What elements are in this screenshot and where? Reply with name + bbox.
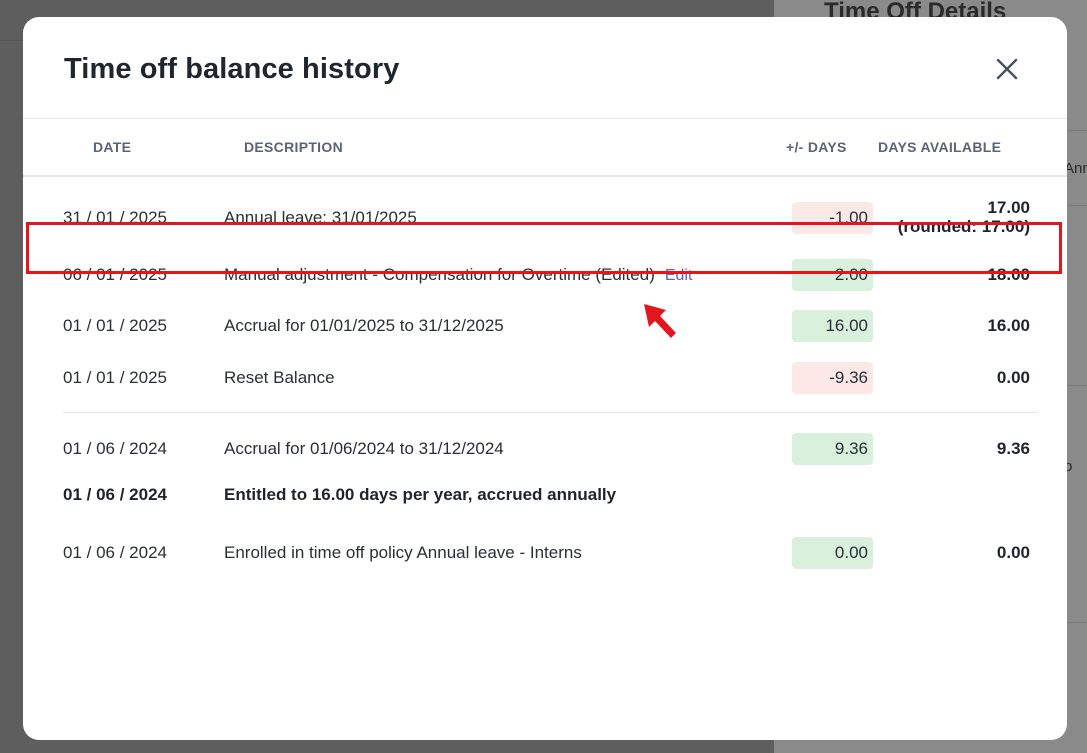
row-date: 01 / 01 / 2025 (63, 316, 167, 335)
row-description: Accrual for 01/01/2025 to 31/12/2025 (224, 316, 504, 335)
background-divider (1064, 205, 1087, 206)
column-header-days-delta: +/- DAYS (786, 139, 847, 155)
header-divider (23, 175, 1067, 177)
column-header-date: DATE (93, 139, 132, 155)
column-header-days-available: DAYS AVAILABLE (878, 139, 1002, 155)
row-description-wrapper: Manual adjustment - Compensation for Ove… (224, 265, 692, 286)
background-divider (1064, 622, 1087, 623)
row-date: 01 / 06 / 2024 (63, 439, 167, 458)
days-available: 0.00 (996, 368, 1030, 387)
close-icon (996, 58, 1018, 80)
row-date: 31 / 01 / 2025 (63, 208, 167, 227)
background-left-strip (0, 40, 24, 741)
modal-header: Time off balance history (23, 17, 1067, 119)
row-date: 01 / 01 / 2025 (63, 368, 167, 387)
edit-link[interactable]: Edit (665, 267, 693, 284)
days-available: 18.00 (987, 265, 1030, 284)
background-snippet: Ann (1064, 160, 1087, 177)
days-delta-badge: 9.36 (792, 433, 873, 465)
days-available: 9.36 (996, 439, 1030, 458)
close-button[interactable] (991, 53, 1023, 85)
days-delta-badge: -1.00 (792, 202, 873, 234)
row-description: Annual leave: 31/01/2025 (224, 208, 417, 227)
row-description: Manual adjustment - Compensation for Ove… (224, 265, 655, 284)
background-divider (1064, 385, 1087, 386)
row-description: Entitled to 16.00 days per year, accrued… (224, 485, 617, 504)
days-available-rounded: (rounded: 17.00) (897, 217, 1030, 236)
row-date: 01 / 06 / 2024 (63, 485, 167, 504)
days-available: 17.00 (987, 198, 1030, 217)
days-delta-badge: 2.00 (792, 259, 873, 291)
row-description: Accrual for 01/06/2024 to 31/12/2024 (224, 439, 504, 458)
days-delta-badge: 16.00 (792, 310, 873, 342)
background-divider (1064, 130, 1087, 131)
days-delta-badge: 0.00 (792, 537, 873, 569)
row-date: 06 / 01 / 2025 (63, 265, 167, 284)
days-available: 16.00 (987, 316, 1030, 335)
row-date: 01 / 06 / 2024 (63, 543, 167, 562)
section-divider (63, 412, 1038, 413)
row-description: Enrolled in time off policy Annual leave… (224, 543, 582, 562)
days-available: 0.00 (996, 543, 1030, 562)
column-header-description: DESCRIPTION (244, 139, 343, 155)
modal-title: Time off balance history (64, 53, 400, 85)
days-delta-badge: -9.36 (792, 362, 873, 394)
row-description: Reset Balance (224, 368, 335, 387)
balance-history-modal: Time off balance history DATE DESCRIPTIO… (23, 17, 1067, 740)
